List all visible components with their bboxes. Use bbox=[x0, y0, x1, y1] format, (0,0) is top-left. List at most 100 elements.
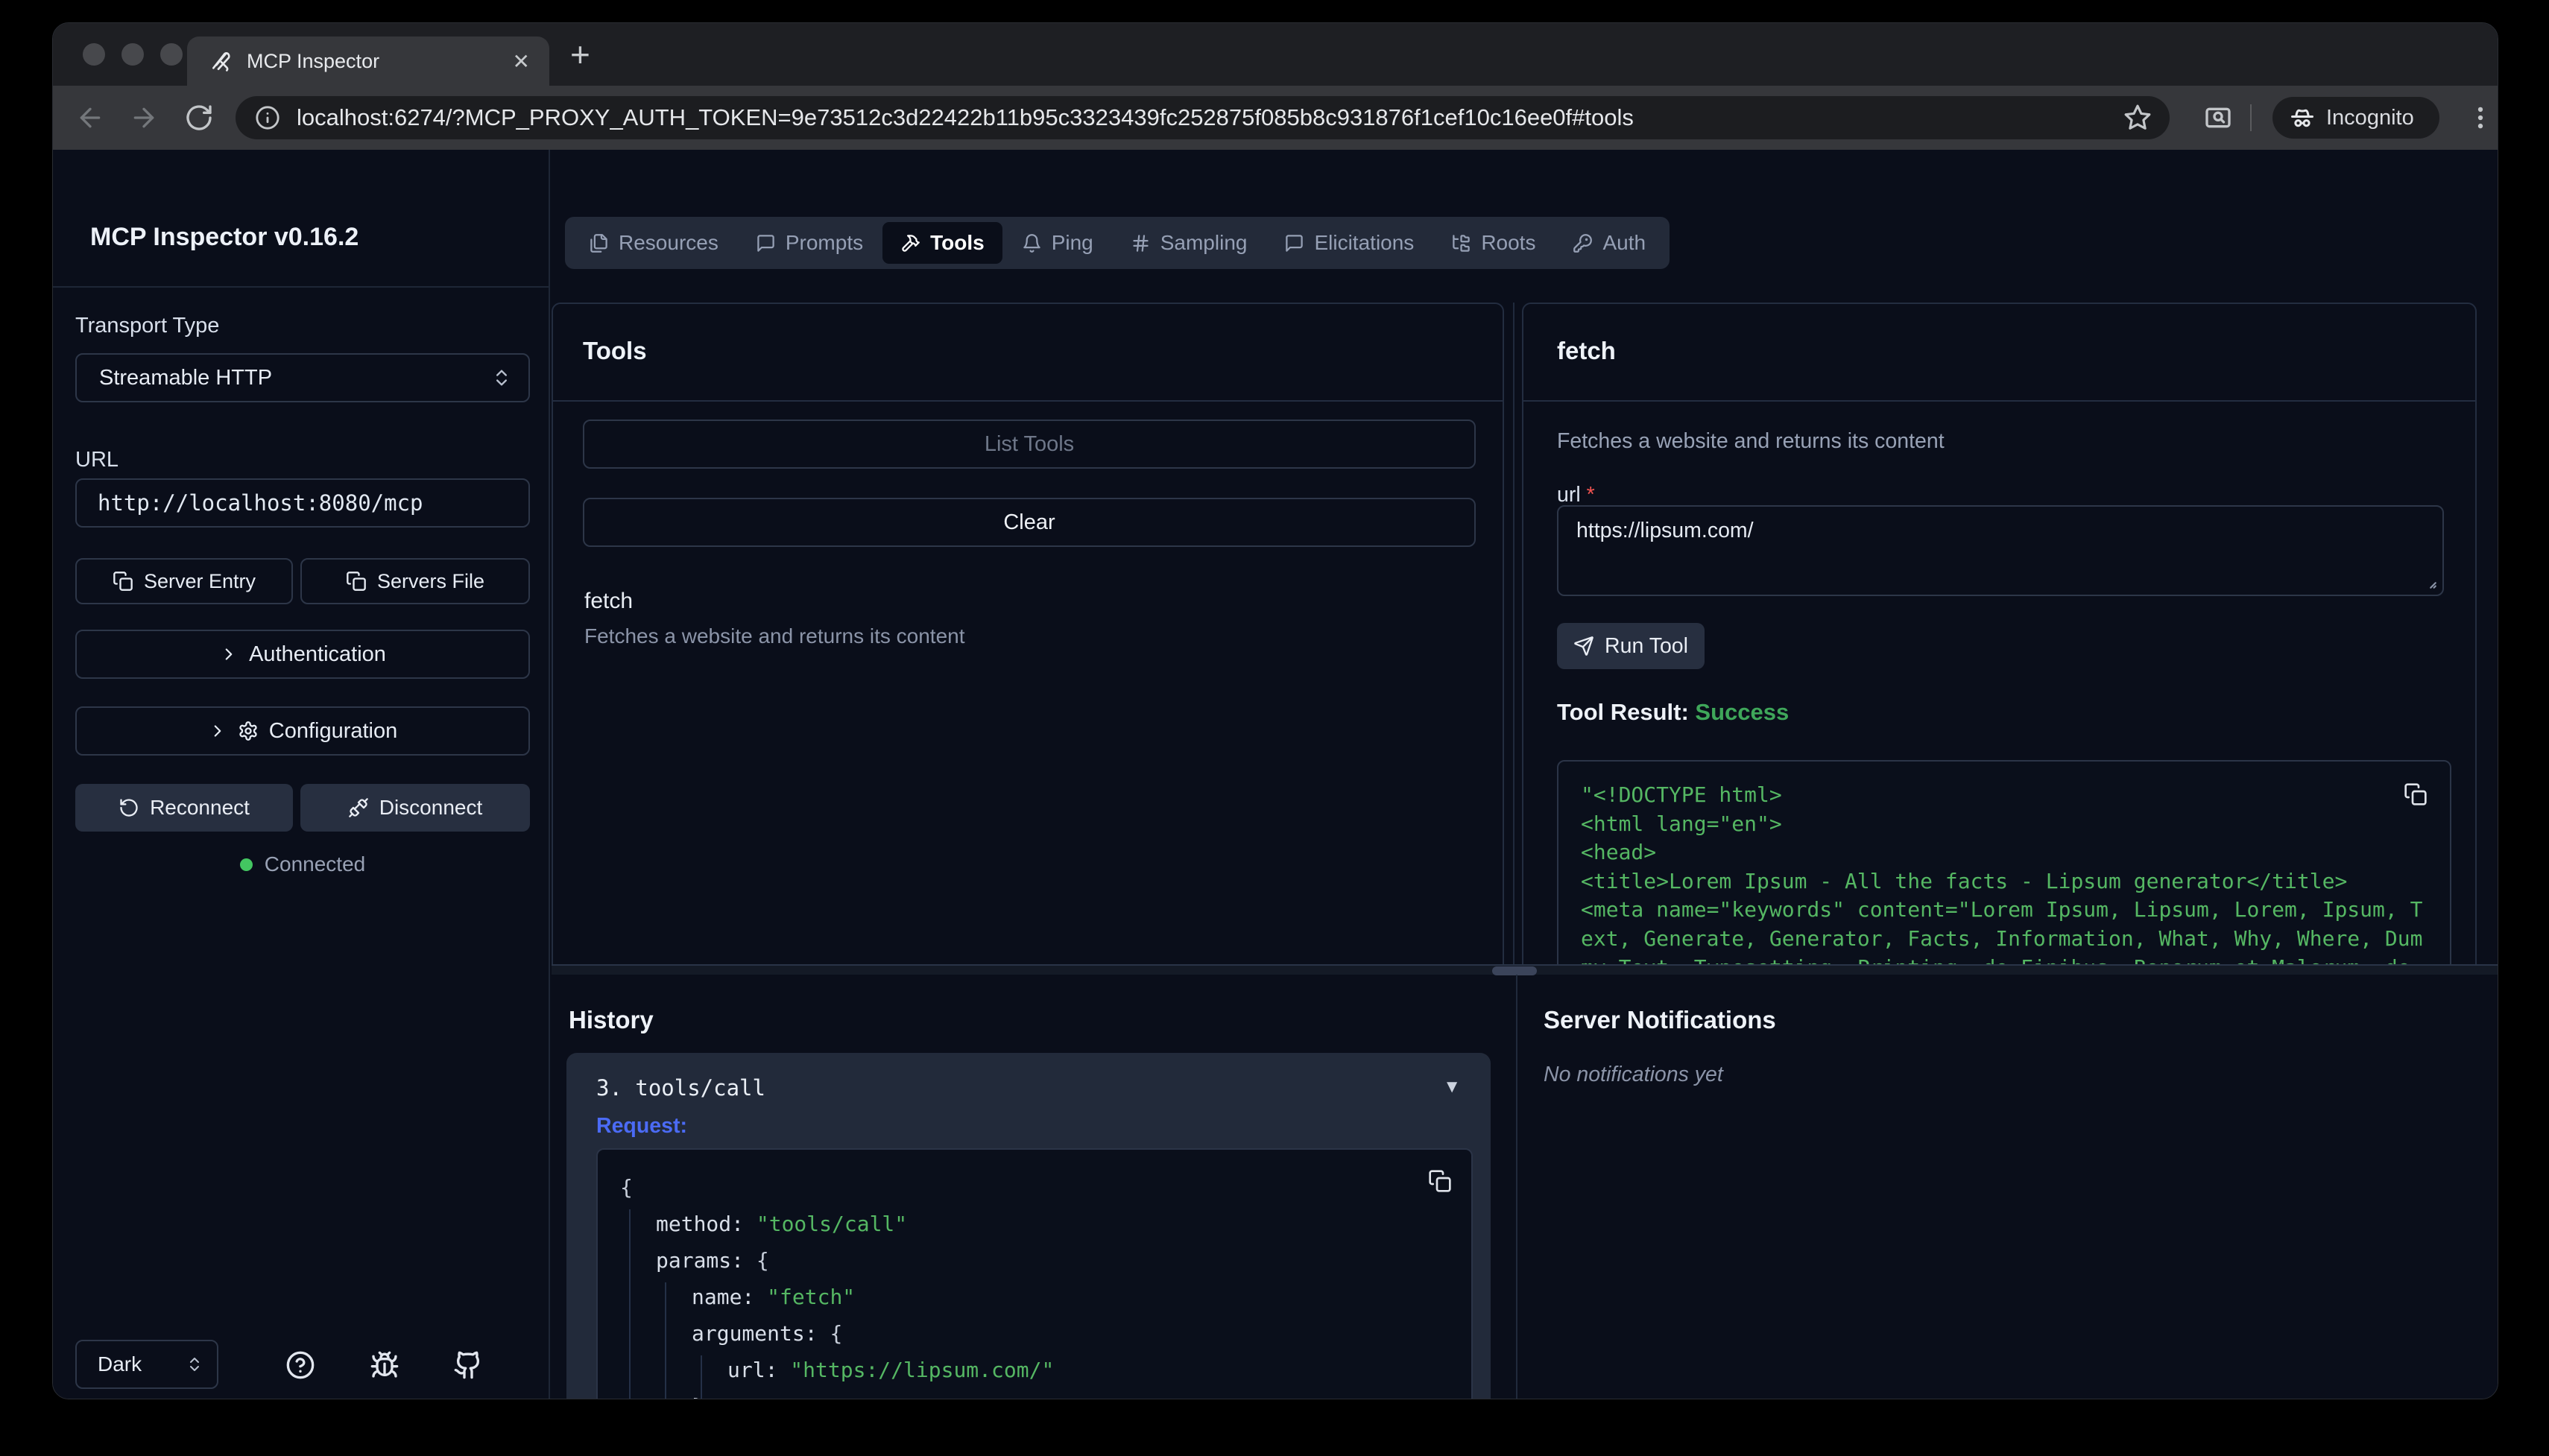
bottom-section: History 3. tools/call ▼ Request: { metho… bbox=[552, 975, 2498, 1399]
json-line: params: { bbox=[620, 1242, 1449, 1279]
param-url-input[interactable]: https://lipsum.com/ bbox=[1557, 505, 2444, 596]
tool-list-item[interactable]: fetch bbox=[584, 589, 633, 614]
tab-roots-label: Roots bbox=[1481, 231, 1535, 255]
help-icon[interactable] bbox=[285, 1350, 315, 1380]
json-key: arguments: bbox=[692, 1321, 830, 1346]
back-icon[interactable] bbox=[75, 103, 105, 133]
url-text[interactable]: localhost:6274/?MCP_PROXY_AUTH_TOKEN=9e7… bbox=[297, 104, 2123, 131]
transport-type-select[interactable]: Streamable HTTP bbox=[75, 353, 530, 402]
app-title: MCP Inspector v0.16.2 bbox=[90, 223, 358, 252]
json-line: } bbox=[620, 1388, 1449, 1399]
tab-resources[interactable]: Resources bbox=[571, 222, 736, 264]
message-square-icon bbox=[756, 233, 776, 253]
toolbar-divider bbox=[2250, 104, 2252, 131]
tab-search-icon[interactable] bbox=[2203, 103, 2233, 133]
horizontal-splitter[interactable] bbox=[552, 964, 2498, 975]
site-info-icon[interactable] bbox=[255, 105, 280, 130]
window-controls bbox=[83, 43, 183, 66]
json-value: "fetch" bbox=[767, 1285, 855, 1309]
bell-icon bbox=[1022, 233, 1042, 253]
tool-result-output: "<!DOCTYPE html> <html lang="en"> <head>… bbox=[1557, 760, 2451, 964]
bookmark-star-icon[interactable] bbox=[2123, 104, 2152, 132]
run-tool-button[interactable]: Run Tool bbox=[1557, 623, 1705, 669]
new-tab-button[interactable]: + bbox=[570, 38, 590, 71]
disconnect-button[interactable]: Disconnect bbox=[300, 784, 530, 832]
tab-auth[interactable]: Auth bbox=[1555, 222, 1664, 264]
json-value: "tools/call" bbox=[757, 1212, 907, 1236]
incognito-icon bbox=[2289, 104, 2316, 131]
indent-guide bbox=[665, 1282, 666, 1399]
json-value: "https://lipsum.com/" bbox=[790, 1358, 1054, 1382]
result-line: "<!DOCTYPE html> bbox=[1581, 781, 2428, 810]
tool-result-status: Success bbox=[1695, 699, 1789, 725]
connection-status: Connected bbox=[53, 852, 552, 876]
tab-prompts-label: Prompts bbox=[786, 231, 863, 255]
main-area: Resources Prompts Tools Ping bbox=[552, 150, 2498, 1399]
sidebar-divider bbox=[53, 286, 549, 288]
collapse-caret-icon[interactable]: ▼ bbox=[1443, 1077, 1461, 1098]
tab-close-icon[interactable]: ✕ bbox=[513, 49, 530, 74]
history-title: History bbox=[569, 1006, 654, 1034]
maximize-window-button[interactable] bbox=[160, 43, 183, 66]
unplug-icon bbox=[348, 797, 369, 818]
list-tools-label: List Tools bbox=[985, 432, 1074, 457]
copy-icon bbox=[113, 571, 133, 592]
tab-prompts[interactable]: Prompts bbox=[738, 222, 881, 264]
resize-handle-icon[interactable] bbox=[2419, 571, 2438, 590]
sidebar: MCP Inspector v0.16.2 Transport Type Str… bbox=[53, 150, 550, 1399]
configuration-toggle[interactable]: Configuration bbox=[75, 706, 530, 756]
tab-tools-label: Tools bbox=[930, 231, 985, 255]
json-line: url: "https://lipsum.com/" bbox=[620, 1352, 1449, 1388]
forward-icon[interactable] bbox=[129, 103, 159, 133]
clear-label: Clear bbox=[1003, 510, 1055, 535]
address-bar[interactable]: localhost:6274/?MCP_PROXY_AUTH_TOKEN=9e7… bbox=[236, 96, 2170, 139]
tab-roots[interactable]: Roots bbox=[1433, 222, 1553, 264]
browser-tab[interactable]: MCP Inspector ✕ bbox=[187, 37, 549, 86]
browser-tab-strip: MCP Inspector ✕ + bbox=[53, 23, 2498, 86]
json-key: method: bbox=[656, 1212, 757, 1236]
copy-icon bbox=[346, 571, 367, 592]
param-url-label: url * bbox=[1557, 483, 1595, 507]
connected-dot-icon bbox=[240, 858, 253, 871]
tab-title: MCP Inspector bbox=[247, 50, 513, 73]
reconnect-button[interactable]: Reconnect bbox=[75, 784, 293, 832]
vertical-pane-divider[interactable] bbox=[1513, 303, 1514, 964]
tool-result-row: Tool Result: Success bbox=[1557, 699, 1789, 726]
clear-button[interactable]: Clear bbox=[583, 498, 1476, 547]
json-line: name: "fetch" bbox=[620, 1279, 1449, 1315]
minimize-window-button[interactable] bbox=[121, 43, 144, 66]
servers-file-button[interactable]: Servers File bbox=[300, 558, 530, 604]
configuration-label: Configuration bbox=[269, 719, 398, 744]
tab-ping[interactable]: Ping bbox=[1004, 222, 1111, 264]
hammer-icon bbox=[900, 233, 920, 253]
copy-result-icon[interactable] bbox=[2404, 782, 2428, 806]
desktop-background: MCP Inspector ✕ + localhost:6274/?MCP_PR… bbox=[0, 0, 2549, 1456]
browser-menu-icon[interactable] bbox=[2466, 104, 2495, 132]
tab-tools[interactable]: Tools bbox=[882, 222, 1002, 264]
browser-toolbar: localhost:6274/?MCP_PROXY_AUTH_TOKEN=9e7… bbox=[53, 86, 2498, 150]
tool-detail-panel: fetch Fetches a website and returns its … bbox=[1522, 303, 2477, 964]
list-tools-button[interactable]: List Tools bbox=[583, 420, 1476, 469]
github-icon[interactable] bbox=[453, 1350, 483, 1380]
close-window-button[interactable] bbox=[83, 43, 105, 66]
tab-sampling-label: Sampling bbox=[1160, 231, 1248, 255]
theme-select[interactable]: Dark bbox=[75, 1340, 218, 1389]
history-entry-label[interactable]: 3. tools/call bbox=[596, 1075, 765, 1101]
url-input[interactable] bbox=[77, 490, 528, 516]
authentication-toggle[interactable]: Authentication bbox=[75, 630, 530, 679]
tool-detail-title: fetch bbox=[1557, 337, 1616, 365]
tools-panel-title: Tools bbox=[583, 337, 647, 365]
tools-panel: Tools List Tools Clear fetch Fetches a w… bbox=[552, 303, 1504, 964]
tab-elicitations[interactable]: Elicitations bbox=[1266, 222, 1432, 264]
top-section: Tools List Tools Clear fetch Fetches a w… bbox=[552, 303, 2477, 964]
server-entry-button[interactable]: Server Entry bbox=[75, 558, 293, 604]
reload-icon[interactable] bbox=[184, 103, 214, 133]
copy-request-icon[interactable] bbox=[1428, 1169, 1452, 1193]
bug-icon[interactable] bbox=[370, 1350, 399, 1380]
tool-detail-description: Fetches a website and returns its conten… bbox=[1557, 429, 1945, 454]
disconnect-label: Disconnect bbox=[379, 796, 483, 820]
server-notifications-panel: Server Notifications No notifications ye… bbox=[1517, 975, 2498, 1399]
incognito-badge: Incognito bbox=[2272, 97, 2439, 139]
tab-sampling[interactable]: Sampling bbox=[1113, 222, 1266, 264]
incognito-label: Incognito bbox=[2326, 106, 2414, 130]
